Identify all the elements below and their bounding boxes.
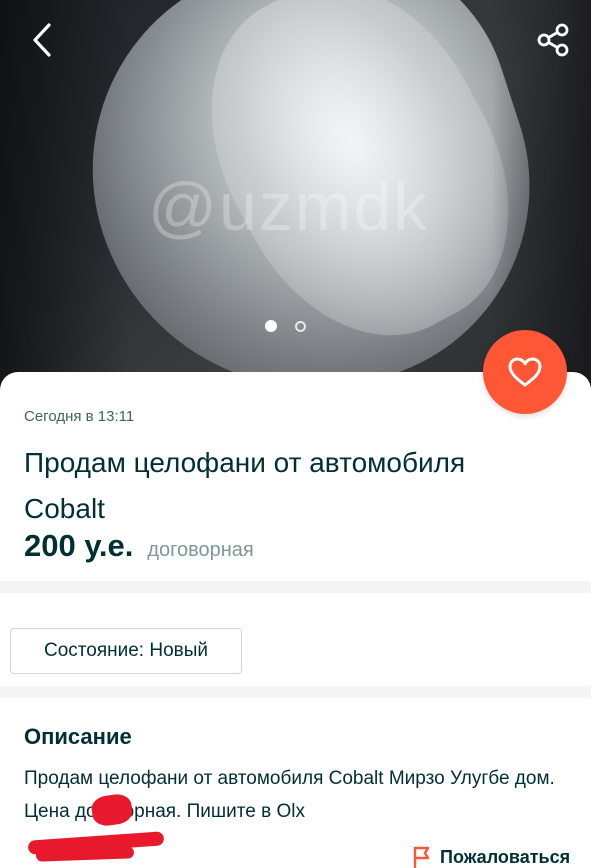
section-divider bbox=[0, 581, 591, 593]
chevron-left-icon bbox=[33, 23, 51, 57]
share-icon bbox=[537, 23, 569, 57]
report-label: Пожаловаться bbox=[440, 846, 571, 867]
description-heading: Описание bbox=[24, 724, 132, 749]
listing-title: Продам целофани от автомобиля Cobalt bbox=[24, 447, 466, 524]
photo-watermark: @uzmdk bbox=[148, 169, 430, 245]
condition-chip[interactable]: Состояние: Новый bbox=[10, 628, 242, 674]
gallery-page-indicator bbox=[265, 320, 306, 332]
favorite-button[interactable] bbox=[483, 330, 567, 414]
flag-icon bbox=[413, 846, 430, 868]
price-row: 200 у.е. договорная bbox=[24, 528, 254, 564]
back-button[interactable] bbox=[20, 18, 64, 62]
report-button[interactable]: Пожаловаться bbox=[412, 846, 570, 868]
price-note: договорная bbox=[147, 539, 254, 561]
section-divider bbox=[0, 686, 591, 698]
listing-date: Сегодня в 13:11 bbox=[24, 408, 135, 425]
gallery-dot[interactable] bbox=[295, 320, 306, 332]
heart-icon bbox=[508, 357, 542, 387]
listing-price: 200 у.е. bbox=[24, 528, 134, 563]
gallery-dot-active[interactable] bbox=[265, 320, 277, 332]
share-button[interactable] bbox=[531, 18, 575, 62]
